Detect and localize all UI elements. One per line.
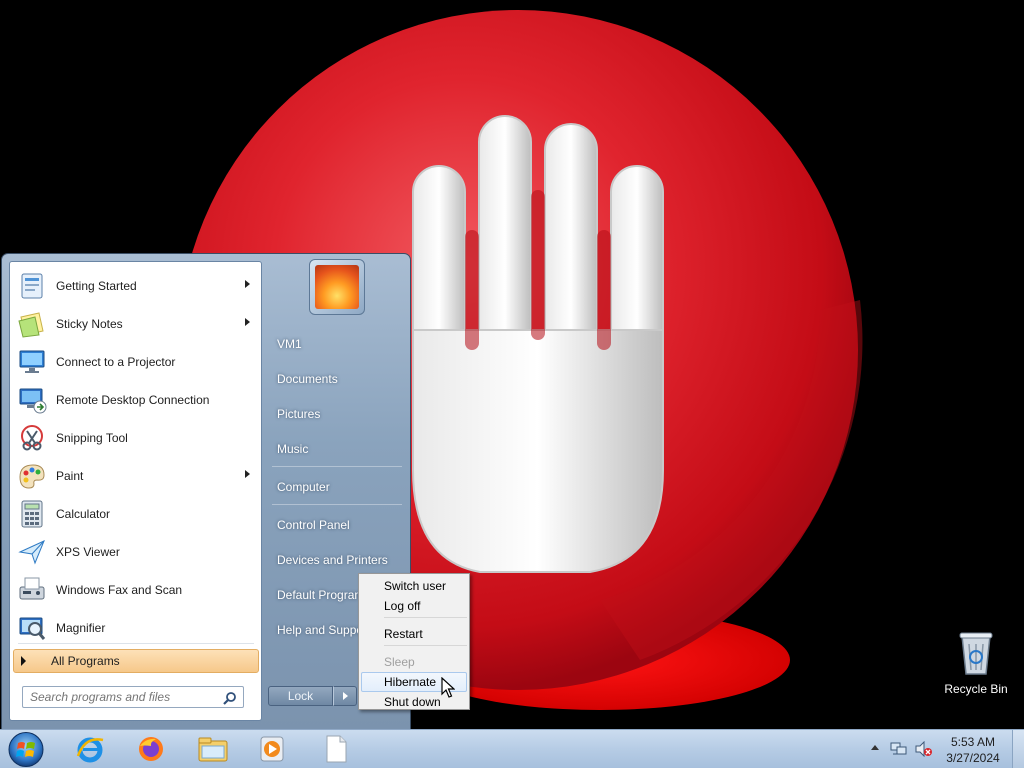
places-divider xyxy=(272,504,402,505)
program-item[interactable]: Windows Fax and Scan xyxy=(13,572,258,608)
start-menu-programs-pane: Getting Started Sticky Notes Connect to a … xyxy=(9,261,262,721)
program-item-label: Connect to a Projector xyxy=(56,355,176,369)
taskbar: 5:53 AM 3/27/2024 xyxy=(0,729,1024,768)
program-item[interactable]: Connect to a Projector xyxy=(13,344,258,380)
taskbar-file-explorer-button[interactable] xyxy=(195,732,231,766)
recycle-bin-label: Recycle Bin xyxy=(944,682,1008,696)
system-clock[interactable]: 5:53 AM 3/27/2024 xyxy=(940,734,1006,766)
xps-viewer-icon xyxy=(15,535,49,569)
mouse-cursor-icon xyxy=(441,677,455,698)
file-explorer-icon xyxy=(198,737,228,762)
recycle-bin-icon xyxy=(959,632,993,675)
lock-button[interactable]: Lock xyxy=(268,686,333,706)
power-menu-item[interactable]: Switch user xyxy=(361,576,467,596)
clock-date: 3/27/2024 xyxy=(946,751,1000,765)
recycle-bin-shortcut[interactable]: Recycle Bin xyxy=(940,630,1012,696)
start-menu-place-item[interactable]: Documents xyxy=(277,372,338,386)
search-icon[interactable] xyxy=(223,691,237,705)
start-menu-place-item[interactable]: Control Panel xyxy=(277,518,350,532)
places-divider xyxy=(272,466,402,467)
search-box[interactable] xyxy=(22,686,244,708)
start-menu-place-item[interactable]: Default Programs xyxy=(277,588,370,602)
program-item-label: Magnifier xyxy=(56,621,106,635)
taskbar-internet-explorer-button[interactable] xyxy=(72,732,108,766)
all-programs-label: All Programs xyxy=(51,654,120,668)
magnifier-icon xyxy=(15,611,49,645)
program-item-label: Snipping Tool xyxy=(56,431,128,445)
user-avatar-flower-icon xyxy=(315,265,359,309)
submenu-arrow-icon[interactable] xyxy=(245,470,250,478)
program-item[interactable]: Remote Desktop Connection xyxy=(13,382,258,418)
program-item-label: Paint xyxy=(56,469,84,483)
projector-icon xyxy=(15,345,49,379)
taskbar-firefox-button[interactable] xyxy=(133,732,169,766)
program-item-label: Windows Fax and Scan xyxy=(56,583,183,597)
program-item-label: Getting Started xyxy=(56,279,137,293)
show-desktop-button[interactable] xyxy=(1012,730,1024,768)
sticky-notes-icon xyxy=(15,307,49,341)
clock-time: 5:53 AM xyxy=(950,735,996,749)
start-menu: Getting Started Sticky Notes Connect to a … xyxy=(1,253,411,730)
volume-muted-icon[interactable] xyxy=(914,741,932,757)
network-icon[interactable] xyxy=(890,741,908,757)
taskbar-document-button[interactable] xyxy=(318,732,354,766)
submenu-arrow-icon[interactable] xyxy=(245,318,250,326)
submenu-arrow-icon[interactable] xyxy=(245,280,250,288)
program-item-label: Calculator xyxy=(56,507,111,521)
media-player-icon xyxy=(260,736,284,762)
triangle-right-icon xyxy=(21,656,26,666)
start-menu-place-item[interactable]: VM1 xyxy=(277,337,302,351)
program-item[interactable]: Calculator xyxy=(13,496,258,532)
program-item[interactable]: Snipping Tool xyxy=(13,420,258,456)
program-item[interactable]: Magnifier xyxy=(13,610,258,646)
all-programs-button[interactable]: All Programs xyxy=(13,649,259,673)
start-menu-place-item[interactable]: Music xyxy=(277,442,308,456)
program-item-label: Remote Desktop Connection xyxy=(56,393,210,407)
all-programs-divider xyxy=(18,643,254,644)
taskbar-media-player-button[interactable] xyxy=(254,732,290,766)
program-item[interactable]: Paint xyxy=(13,458,258,494)
internet-explorer-icon xyxy=(76,737,104,763)
lock-label: Lock xyxy=(287,689,314,703)
program-item[interactable]: Getting Started xyxy=(13,268,258,304)
calculator-icon xyxy=(15,497,49,531)
power-menu-item[interactable]: Restart xyxy=(361,624,467,644)
user-picture[interactable] xyxy=(309,259,365,315)
getting-started-icon xyxy=(15,269,49,303)
program-item[interactable]: Sticky Notes xyxy=(13,306,258,342)
start-menu-place-item[interactable]: Devices and Printers xyxy=(277,553,388,567)
start-menu-place-item[interactable]: Computer xyxy=(277,480,330,494)
remote-desktop-icon xyxy=(15,383,49,417)
fax-scan-icon xyxy=(15,573,49,607)
show-hidden-icons-arrow-icon[interactable] xyxy=(871,745,879,750)
power-menu-divider xyxy=(384,645,467,646)
arrow-right-icon xyxy=(342,692,348,700)
firefox-icon xyxy=(139,737,163,761)
snipping-tool-icon xyxy=(15,421,49,455)
document-icon xyxy=(326,735,347,763)
power-options-arrow-button[interactable] xyxy=(333,686,357,706)
power-menu-item: Sleep xyxy=(384,655,415,669)
power-menu-item[interactable]: Log off xyxy=(361,596,467,616)
start-orb-button[interactable] xyxy=(6,731,46,768)
program-item-label: XPS Viewer xyxy=(56,545,120,559)
start-menu-place-item[interactable]: Pictures xyxy=(277,407,320,421)
program-item[interactable]: XPS Viewer xyxy=(13,534,258,570)
search-input[interactable] xyxy=(30,690,220,704)
paint-icon xyxy=(15,459,49,493)
program-item-label: Sticky Notes xyxy=(56,317,123,331)
start-menu-place-item[interactable]: Help and Support xyxy=(277,623,370,637)
power-menu-divider xyxy=(384,617,467,618)
